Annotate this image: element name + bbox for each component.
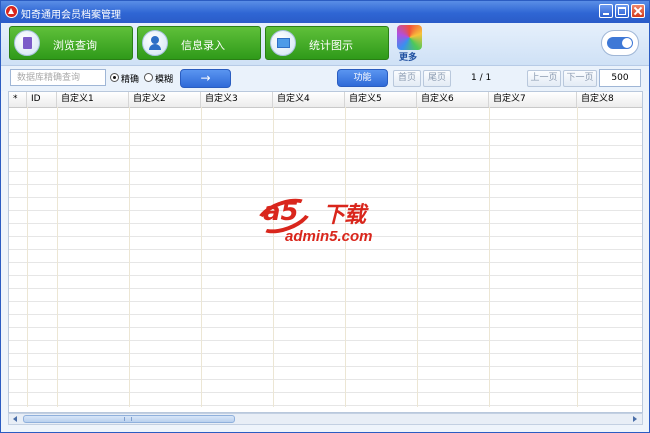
more-label: 更多 [399, 53, 418, 63]
user-icon [142, 30, 168, 56]
grid-divider [129, 107, 130, 407]
browse-query-label: 浏览查询 [53, 39, 97, 52]
watermark-a5-text: a5 [263, 197, 299, 227]
column-header-custom3[interactable]: 自定义3 [201, 92, 273, 107]
app-window: 知奇通用会员档案管理 浏览查询 信息录入 统计图示 更多 精确 [0, 0, 650, 433]
grid-divider [345, 107, 346, 407]
function-button[interactable]: 功能 [337, 69, 388, 87]
column-header-custom8[interactable]: 自定义8 [577, 92, 642, 107]
watermark-logo: a5 下载 admin5.com [251, 191, 400, 245]
maximize-button[interactable] [615, 4, 629, 18]
exact-radio[interactable] [110, 73, 119, 82]
grid-header: * ID 自定义1 自定义2 自定义3 自定义4 自定义5 自定义6 自定义7 … [9, 92, 642, 108]
prev-page-button[interactable]: 上一页 [527, 70, 561, 87]
info-entry-label: 信息录入 [181, 39, 225, 52]
column-header-custom5[interactable]: 自定义5 [345, 92, 417, 107]
watermark-title: 下载 [323, 203, 366, 228]
colorful-grid-icon [397, 25, 422, 50]
fuzzy-radio-label: 模糊 [155, 75, 174, 85]
page-indicator: 1 / 1 [471, 73, 492, 83]
picture-icon [270, 30, 296, 56]
column-header-custom1[interactable]: 自定义1 [57, 92, 129, 107]
search-input[interactable] [10, 69, 106, 86]
next-page-button[interactable]: 下一页 [563, 70, 597, 87]
fuzzy-radio[interactable] [144, 73, 153, 82]
scroll-left-icon[interactable] [10, 414, 22, 424]
first-page-button[interactable]: 首页 [393, 70, 421, 87]
watermark-domain: admin5.com [285, 228, 373, 245]
column-header-select[interactable]: * [9, 92, 27, 107]
column-header-custom6[interactable]: 自定义6 [417, 92, 489, 107]
toggle-switch[interactable] [601, 30, 639, 56]
scroll-thumb[interactable] [23, 415, 235, 423]
close-button[interactable] [631, 4, 645, 18]
grid-divider [417, 107, 418, 407]
page-size-field[interactable]: 500 [599, 69, 641, 87]
column-header-id[interactable]: ID [27, 92, 57, 107]
column-header-custom4[interactable]: 自定义4 [273, 92, 345, 107]
column-header-custom2[interactable]: 自定义2 [129, 92, 201, 107]
grid-body[interactable] [9, 107, 642, 407]
scroll-right-icon[interactable] [629, 414, 641, 424]
grid-divider [201, 107, 202, 407]
grid-divider [57, 107, 58, 407]
grid-divider [27, 107, 28, 407]
stats-chart-label: 统计图示 [309, 39, 353, 52]
window-title: 知奇通用会员档案管理 [21, 10, 121, 21]
data-grid[interactable]: * ID 自定义1 自定义2 自定义3 自定义4 自定义5 自定义6 自定义7 … [8, 91, 643, 413]
column-header-custom7[interactable]: 自定义7 [489, 92, 577, 107]
title-bar[interactable]: 知奇通用会员档案管理 [1, 1, 649, 23]
search-bar: 精确 模糊 → 功能 首页 尾页 1 / 1 上一页 下一页 500 [1, 66, 649, 91]
info-entry-button[interactable]: 信息录入 [137, 26, 261, 60]
stats-chart-button[interactable]: 统计图示 [265, 26, 389, 60]
grid-divider [273, 107, 274, 407]
horizontal-scrollbar[interactable] [8, 413, 643, 425]
grid-divider [577, 107, 578, 407]
document-icon [14, 30, 40, 56]
browse-query-button[interactable]: 浏览查询 [9, 26, 133, 60]
grid-divider [489, 107, 490, 407]
last-page-button[interactable]: 尾页 [423, 70, 451, 87]
main-toolbar: 浏览查询 信息录入 统计图示 更多 [1, 23, 649, 66]
search-go-button[interactable]: → [180, 69, 231, 88]
minimize-button[interactable] [599, 4, 613, 18]
exact-radio-label: 精确 [121, 75, 140, 85]
toggle-knob [622, 38, 632, 48]
app-logo-icon [5, 5, 18, 18]
more-button[interactable]: 更多 [397, 25, 422, 63]
